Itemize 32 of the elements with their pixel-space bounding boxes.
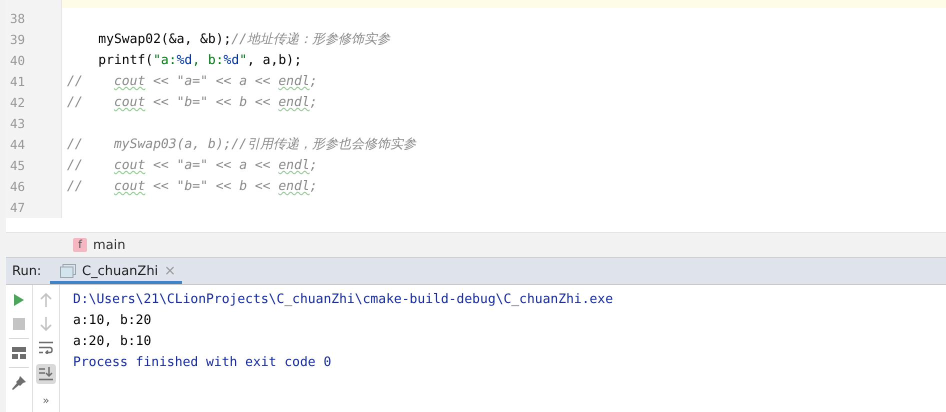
code-line: // cout << "b=" << b << endl; [66, 94, 318, 112]
line-number: 46 [6, 176, 62, 197]
code-line: mySwap02(&a, &b);//地址传递：形参修饰实参 [97, 31, 390, 49]
line-number: 43 [6, 113, 62, 134]
scroll-to-end-button[interactable] [36, 364, 56, 384]
code-line: // mySwap03(a, b);//引用传递，形参也会修饰实参 [66, 136, 416, 154]
run-label: Run: [11, 262, 42, 280]
code-line: printf("a:%d, b:%d", a,b); [97, 52, 302, 70]
output-line: Process finished with exit code 0 [73, 354, 332, 372]
line-number: 38 [6, 8, 62, 29]
output-line: a:20, b:10 [73, 333, 152, 351]
line-number: 40 [6, 50, 62, 71]
output-line: D:\Users\21\CLionProjects\C_chuanZhi\cmake-build-debug\C_chuanZhi.exe [73, 291, 614, 309]
layout-icon[interactable] [12, 347, 26, 359]
more-button[interactable]: » [42, 394, 50, 407]
pin-icon[interactable] [12, 376, 26, 390]
function-badge: f [73, 238, 87, 252]
line-number: 47 [6, 197, 62, 218]
line-number: 42 [6, 92, 62, 113]
code-line: // cout << "a=" << a << endl; [66, 157, 318, 175]
code-line: // cout << "b=" << b << endl; [66, 178, 318, 196]
run-tab[interactable]: C_chuanZhi × [50, 261, 182, 284]
output-line: a:10, b:20 [73, 312, 152, 330]
run-icon[interactable] [13, 293, 25, 307]
line-number: 45 [6, 155, 62, 176]
console-icon [60, 264, 76, 278]
line-number: 39 [6, 29, 62, 50]
breadcrumb-item[interactable]: main [93, 238, 126, 252]
line-number: 41 [6, 71, 62, 92]
soft-wrap-icon[interactable] [39, 341, 53, 354]
line-number: 44 [6, 134, 62, 155]
code-line: // cout << "a=" << a << endl; [66, 73, 318, 91]
